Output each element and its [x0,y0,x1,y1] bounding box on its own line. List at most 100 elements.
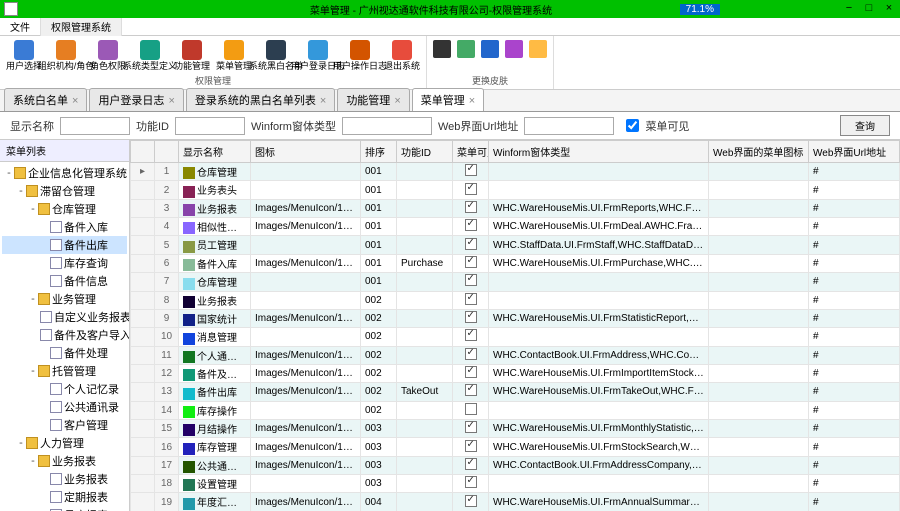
file-menu-tab-system[interactable]: 权限管理系统 [41,17,122,36]
visible-checkbox[interactable] [465,348,477,360]
doctab-2[interactable]: 登录系统的黑白名单列表× [186,88,335,111]
tree-expander-icon[interactable]: - [16,437,26,449]
tree-node[interactable]: 公共通讯录 [2,398,127,416]
table-row[interactable]: 16库存管理Images/MenuIcon/1207.ICO003WHC.War… [131,438,900,456]
col-header-8[interactable]: Web界面Url地址 [809,141,900,163]
visible-checkbox[interactable] [465,458,477,470]
table-row[interactable]: 12备件及编码导入Images/MenuIcon/106.ico002WHC.W… [131,364,900,382]
tree-node[interactable]: -仓库管理 [2,200,127,218]
tree-expander-icon[interactable]: - [16,185,26,197]
ribbon-user-op-log[interactable]: 用户操作日志 [340,38,380,74]
tree-node[interactable]: 自定义业务报表 [2,308,127,326]
visible-checkbox[interactable] [465,329,477,341]
table-row[interactable]: 9国家统计Images/MenuIcon/1202.ico002WHC.Ware… [131,309,900,327]
tree-node[interactable]: -人力管理 [2,434,127,452]
visible-checkbox[interactable] [465,238,477,250]
close-button[interactable]: × [880,2,898,16]
visible-checkbox[interactable] [465,440,477,452]
tree-expander-icon[interactable]: - [4,167,14,179]
tree-node[interactable]: 个人记忆录 [2,380,127,398]
tree-node[interactable]: 定期报表 [2,488,127,506]
doctab-1[interactable]: 用户登录日志× [89,88,183,111]
tree-node[interactable]: 备件处理 [2,344,127,362]
ribbon-sys-blacklist[interactable]: 系统黑白名单 [256,38,296,74]
maximize-button[interactable]: □ [860,2,878,16]
table-row[interactable]: ▸1仓库管理001# [131,163,900,181]
doctab-close-icon[interactable]: × [320,95,326,107]
doctab-close-icon[interactable]: × [394,95,400,107]
tree-expander-icon[interactable]: - [28,293,38,305]
doctab-close-icon[interactable]: × [72,95,78,107]
ribbon-org-role[interactable]: 组织机构/角色 [46,38,86,74]
visible-checkbox[interactable] [465,366,477,378]
tree-node[interactable]: 备件信息 [2,272,127,290]
col-header-5[interactable]: 菜单可见 [453,141,489,163]
table-row[interactable]: 8业务报表002# [131,291,900,309]
tree-node[interactable]: -滞留仓管理 [2,182,127,200]
visible-checkbox[interactable] [465,293,477,305]
filter-name-input[interactable] [60,117,130,135]
doctab-close-icon[interactable]: × [469,95,475,107]
visible-checkbox[interactable] [465,201,477,213]
table-row[interactable]: 3业务报表Images/MenuIcon/1201.ico001WHC.Ware… [131,199,900,217]
col-header-7[interactable]: Web界面的菜单图标 [709,141,809,163]
table-row[interactable]: 2业务表头001# [131,181,900,199]
tree-node[interactable]: 备件入库 [2,218,127,236]
file-menu-tab-file[interactable]: 文件 [0,17,41,36]
ribbon-skin-1[interactable] [431,38,453,60]
visible-checkbox[interactable] [465,183,477,195]
visible-checkbox[interactable] [465,421,477,433]
tree-node[interactable]: -业务报表 [2,452,127,470]
search-button[interactable]: 查询 [840,115,890,136]
filter-winform-input[interactable] [342,117,432,135]
tree-node[interactable]: 业务报表 [2,470,127,488]
tree-node[interactable]: 备件出库 [2,236,127,254]
col-header-6[interactable]: Winform窗体类型 [489,141,709,163]
visible-checkbox[interactable] [465,256,477,268]
doctab-0[interactable]: 系统白名单× [4,88,87,111]
col-header-3[interactable]: 排序 [361,141,397,163]
ribbon-menu-manage[interactable]: 菜单管理 [214,38,254,74]
ribbon-exit-sys[interactable]: 退出系统 [382,38,422,74]
tree-node[interactable]: 客户管理 [2,416,127,434]
table-row[interactable]: 15月结操作Images/MenuIcon/1203.ico003WHC.War… [131,420,900,438]
doctab-4[interactable]: 菜单管理× [412,88,484,111]
visible-checkbox[interactable] [465,311,477,323]
visible-checkbox[interactable] [465,219,477,231]
table-row[interactable]: 5员工管理001WHC.StaffData.UI.FrmStaff,WHC.St… [131,236,900,254]
doctab-3[interactable]: 功能管理× [337,88,409,111]
tree-expander-icon[interactable]: - [28,203,38,215]
visible-checkbox[interactable] [465,274,477,286]
tree-node[interactable]: 月度报表 [2,506,127,511]
doctab-close-icon[interactable]: × [168,95,174,107]
ribbon-skin-4[interactable] [503,38,525,60]
filter-funcid-input[interactable] [175,117,245,135]
tree-expander-icon[interactable]: - [28,455,38,467]
ribbon-skin-2[interactable] [455,38,477,60]
table-row[interactable]: 4相似性分析Images/MenuIcon/105.ico001WHC.Ware… [131,218,900,236]
tree-node[interactable]: -企业信息化管理系统 [2,164,127,182]
table-row[interactable]: 19年度汇总报表Images/MenuIcon/1204.ico004WHC.W… [131,493,900,511]
visible-checkbox[interactable] [465,164,477,176]
ribbon-skin-3[interactable] [479,38,501,60]
visible-checkbox[interactable] [465,403,477,415]
col-header-1[interactable]: 显示名称 [179,141,251,163]
table-row[interactable]: 14库存操作002# [131,401,900,419]
tree-node[interactable]: -业务管理 [2,290,127,308]
tree-node[interactable]: -托管管理 [2,362,127,380]
ribbon-sys-type-def[interactable]: 系统类型定义 [130,38,170,74]
filter-visible-checkbox[interactable] [626,119,639,132]
table-row[interactable]: 17公共通讯录Images/MenuIcon/1303.ico003WHC.Co… [131,456,900,474]
col-header-2[interactable]: 图标 [251,141,361,163]
filter-weburl-input[interactable] [524,117,614,135]
col-header-0[interactable] [155,141,179,163]
table-row[interactable]: 13备件出库Images/MenuIcon/102.ico002TakeOutW… [131,383,900,401]
visible-checkbox[interactable] [465,476,477,488]
ribbon-func-manage[interactable]: 功能管理 [172,38,212,74]
tree-expander-icon[interactable]: - [28,365,38,377]
ribbon-user-login-log[interactable]: 用户登录日志 [298,38,338,74]
table-row[interactable]: 10消息管理002# [131,328,900,346]
tree-node[interactable]: 备件及客户导入 [2,326,127,344]
table-row[interactable]: 11个人通讯录Images/MenuIcon/1302.ico002WHC.Co… [131,346,900,364]
table-row[interactable]: 7仓库管理001# [131,273,900,291]
